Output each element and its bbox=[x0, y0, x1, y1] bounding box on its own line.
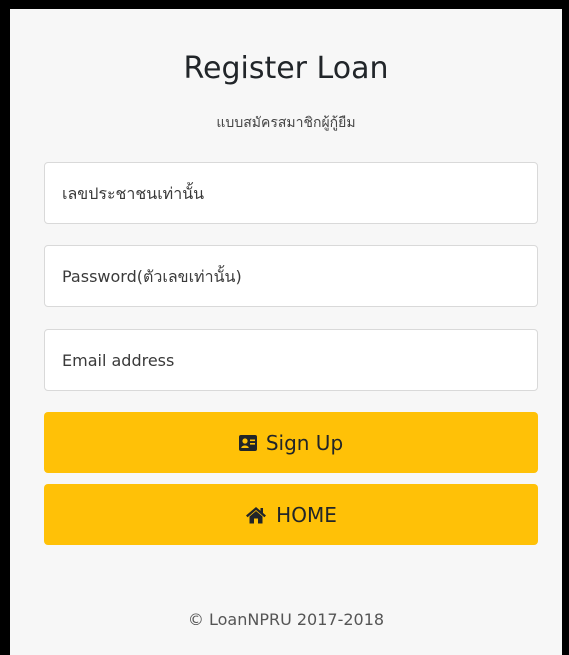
home-icon bbox=[245, 506, 267, 524]
register-panel: Register Loan แบบสมัครสมาชิกผู้กู้ยืม Si… bbox=[10, 9, 562, 655]
password-input[interactable] bbox=[44, 245, 538, 307]
email-input[interactable] bbox=[44, 329, 538, 391]
home-label: HOME bbox=[276, 502, 337, 527]
sign-up-button[interactable]: Sign Up bbox=[44, 412, 538, 473]
footer-copyright: © LoanNPRU 2017-2018 bbox=[187, 610, 385, 629]
national-id-input[interactable] bbox=[44, 162, 538, 224]
sign-up-label: Sign Up bbox=[265, 430, 344, 455]
home-button[interactable]: HOME bbox=[44, 484, 538, 545]
address-card-icon bbox=[238, 434, 257, 452]
page-title: Register Loan bbox=[183, 51, 389, 86]
page-subtitle: แบบสมัครสมาชิกผู้กู้ยืม bbox=[216, 115, 356, 131]
